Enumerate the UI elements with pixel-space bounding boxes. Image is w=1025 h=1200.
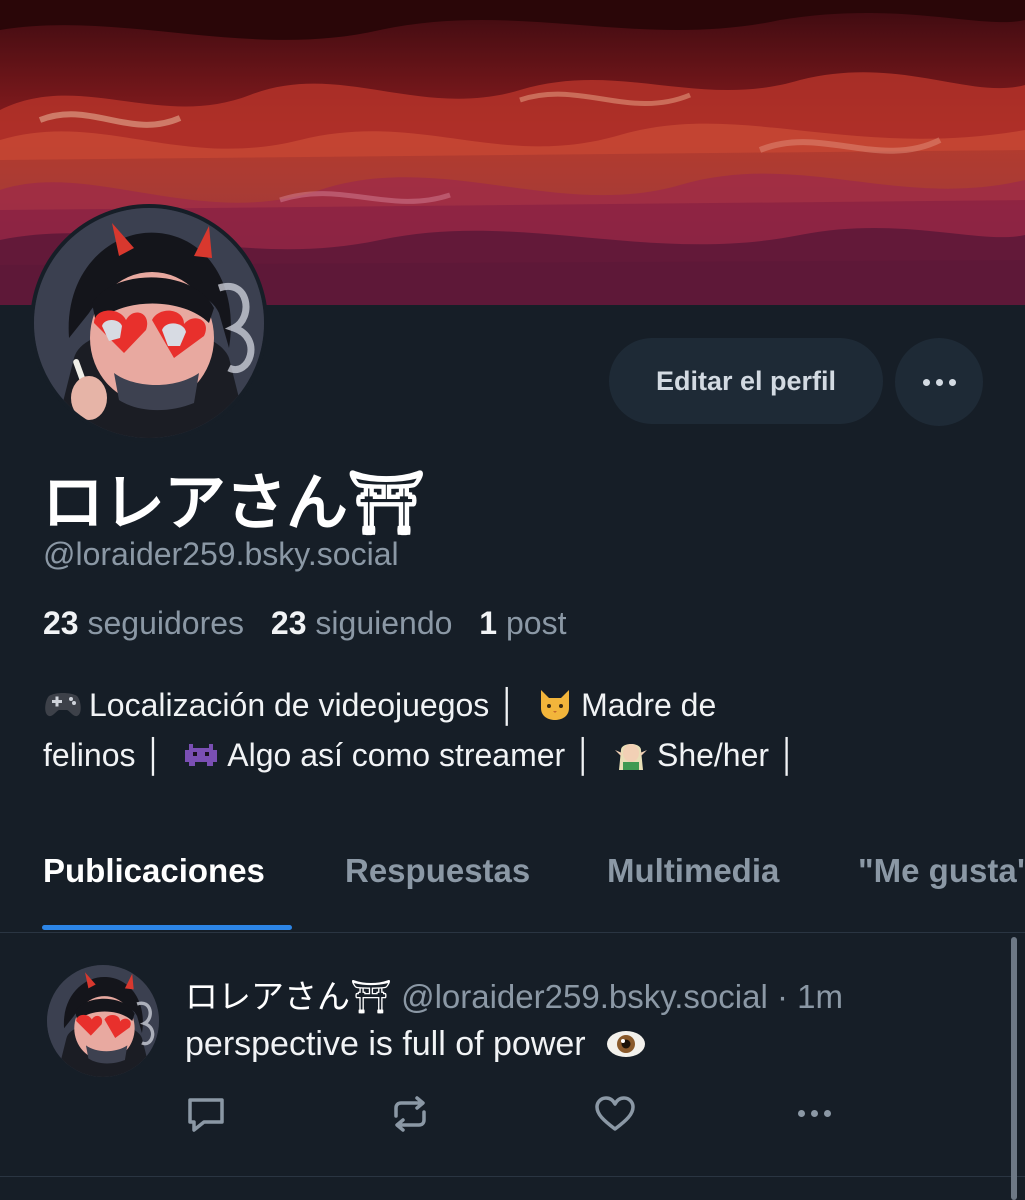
- tab-me-gusta[interactable]: "Me gusta": [858, 852, 1025, 890]
- posts-count: 1: [479, 605, 498, 641]
- gamepad-icon: [45, 693, 81, 717]
- tab-multimedia[interactable]: Multimedia: [607, 852, 779, 890]
- post-meta-separator: ·: [776, 978, 788, 1015]
- elf-icon: [614, 744, 647, 770]
- followers-label: seguidores: [87, 605, 245, 641]
- posts-stat: 1 post: [479, 605, 566, 641]
- tab-publicaciones[interactable]: Publicaciones: [43, 852, 265, 890]
- post-header: ロレアさん⛩ @loraider259.bsky.social · 1m: [185, 970, 843, 1018]
- more-options-button[interactable]: [895, 338, 983, 426]
- post-item[interactable]: ロレアさん⛩ @loraider259.bsky.social · 1m per…: [0, 932, 1025, 1177]
- post-author-name[interactable]: ロレアさん⛩: [185, 977, 392, 1016]
- bio-text-3: felinos │: [43, 737, 165, 773]
- post-timestamp[interactable]: 1m: [797, 978, 843, 1015]
- bio-text-1: Localización de videojuegos │: [89, 687, 519, 723]
- post-more-button[interactable]: [798, 1110, 831, 1117]
- post-body: perspective is full of power: [185, 1025, 647, 1064]
- post-author-avatar[interactable]: [47, 965, 159, 1077]
- like-heart-icon[interactable]: [593, 1094, 637, 1134]
- repost-icon[interactable]: [388, 1094, 432, 1134]
- ellipsis-icon: [922, 378, 956, 386]
- following-label: siguiendo: [315, 605, 453, 641]
- following-link[interactable]: 23 siguiendo: [271, 605, 452, 641]
- alien-monster-icon: [185, 744, 218, 766]
- post-ellipsis-icon: [798, 1110, 831, 1117]
- profile-stats: 23 seguidores 23 siguiendo 1 post: [43, 605, 566, 642]
- eye-icon: [607, 1031, 646, 1057]
- display-name: ロレアさん⛩: [42, 466, 426, 539]
- posts-label: post: [505, 605, 567, 641]
- bio-text-4: Algo así como streamer │: [227, 737, 595, 773]
- active-tab-indicator: [42, 925, 292, 930]
- bio-text-5: She/her │: [656, 737, 798, 773]
- profile-tabs: Publicaciones Respuestas Multimedia "Me …: [0, 840, 1025, 933]
- cat-icon: [541, 690, 570, 720]
- followers-count: 23: [43, 605, 79, 641]
- tab-respuestas[interactable]: Respuestas: [345, 852, 530, 890]
- profile-bio: Localización de videojuegos │ Madre de f…: [43, 680, 983, 780]
- bio-text-2: Madre de: [581, 687, 717, 723]
- edit-profile-button[interactable]: Editar el perfil: [609, 338, 883, 424]
- post-author-handle[interactable]: @loraider259.bsky.social: [401, 978, 768, 1015]
- reply-icon[interactable]: [184, 1094, 228, 1134]
- followers-link[interactable]: 23 seguidores: [43, 605, 244, 641]
- scrollbar[interactable]: [1011, 937, 1017, 1200]
- profile-avatar[interactable]: [30, 204, 268, 442]
- post-text: perspective is full of power: [185, 1025, 586, 1063]
- profile-handle: @loraider259.bsky.social: [43, 536, 399, 572]
- following-count: 23: [270, 605, 307, 641]
